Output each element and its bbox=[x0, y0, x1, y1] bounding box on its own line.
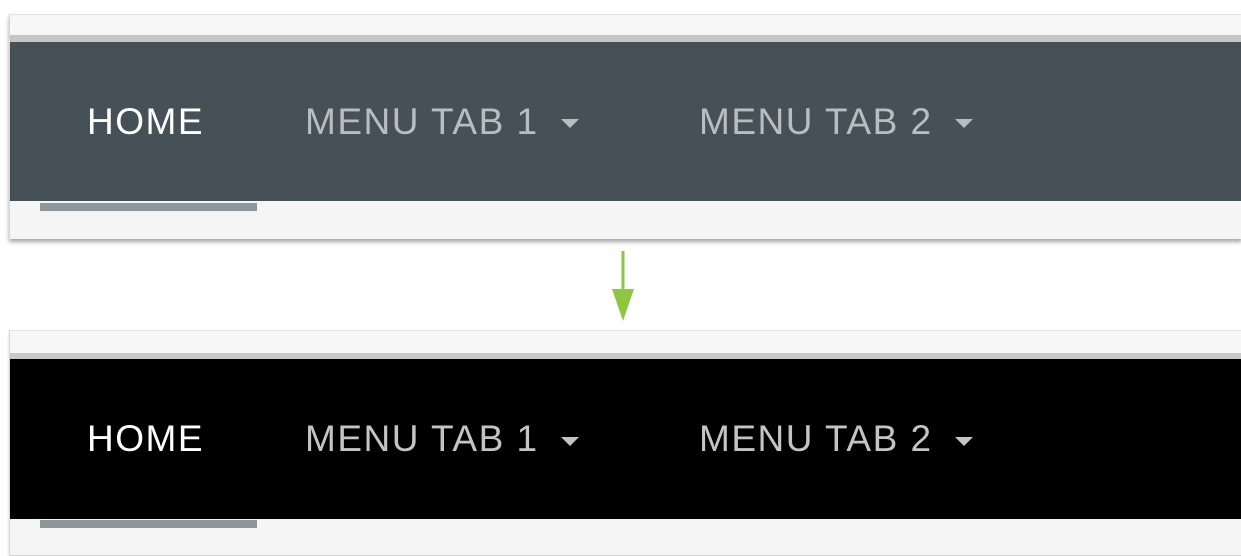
nav-tab-menu-tab-2[interactable]: MENU TAB 2 bbox=[699, 418, 973, 460]
nav-tab-label: HOME bbox=[87, 100, 204, 142]
nav-tab-menu-tab-1[interactable]: MENU TAB 1 bbox=[305, 418, 699, 460]
caret-down-icon bbox=[954, 436, 973, 446]
caret-down-icon bbox=[954, 119, 973, 128]
nav-tab-home[interactable]: HOME bbox=[87, 101, 305, 143]
nav-tab-label: HOME bbox=[87, 418, 204, 459]
caret-down-icon bbox=[560, 436, 579, 446]
caret-down-icon bbox=[560, 119, 579, 128]
nav-tab-menu-tab-1[interactable]: MENU TAB 1 bbox=[305, 101, 699, 143]
arrow-down-icon bbox=[612, 251, 634, 321]
panel-top-strip bbox=[10, 15, 1241, 42]
navbar-panel-after: HOME MENU TAB 1 MENU TAB 2 bbox=[9, 330, 1241, 556]
nav-tab-label: MENU TAB 2 bbox=[699, 100, 933, 142]
navbar-after: HOME MENU TAB 1 MENU TAB 2 bbox=[10, 359, 1241, 519]
nav-tab-home[interactable]: HOME bbox=[87, 418, 305, 460]
navbar-panel-before: HOME MENU TAB 1 MENU TAB 2 bbox=[9, 14, 1241, 239]
nav-tab-label: MENU TAB 1 bbox=[305, 100, 539, 142]
nav-tab-label: MENU TAB 2 bbox=[699, 418, 933, 459]
panel-top-strip bbox=[10, 331, 1241, 359]
active-tab-indicator bbox=[40, 203, 257, 211]
nav-tab-menu-tab-2[interactable]: MENU TAB 2 bbox=[699, 101, 973, 143]
navbar-before: HOME MENU TAB 1 MENU TAB 2 bbox=[10, 42, 1241, 201]
nav-tab-label: MENU TAB 1 bbox=[305, 418, 539, 459]
comparison-stage: HOME MENU TAB 1 MENU TAB 2 HOME MENU TAB… bbox=[0, 0, 1241, 556]
active-tab-indicator bbox=[40, 520, 257, 528]
